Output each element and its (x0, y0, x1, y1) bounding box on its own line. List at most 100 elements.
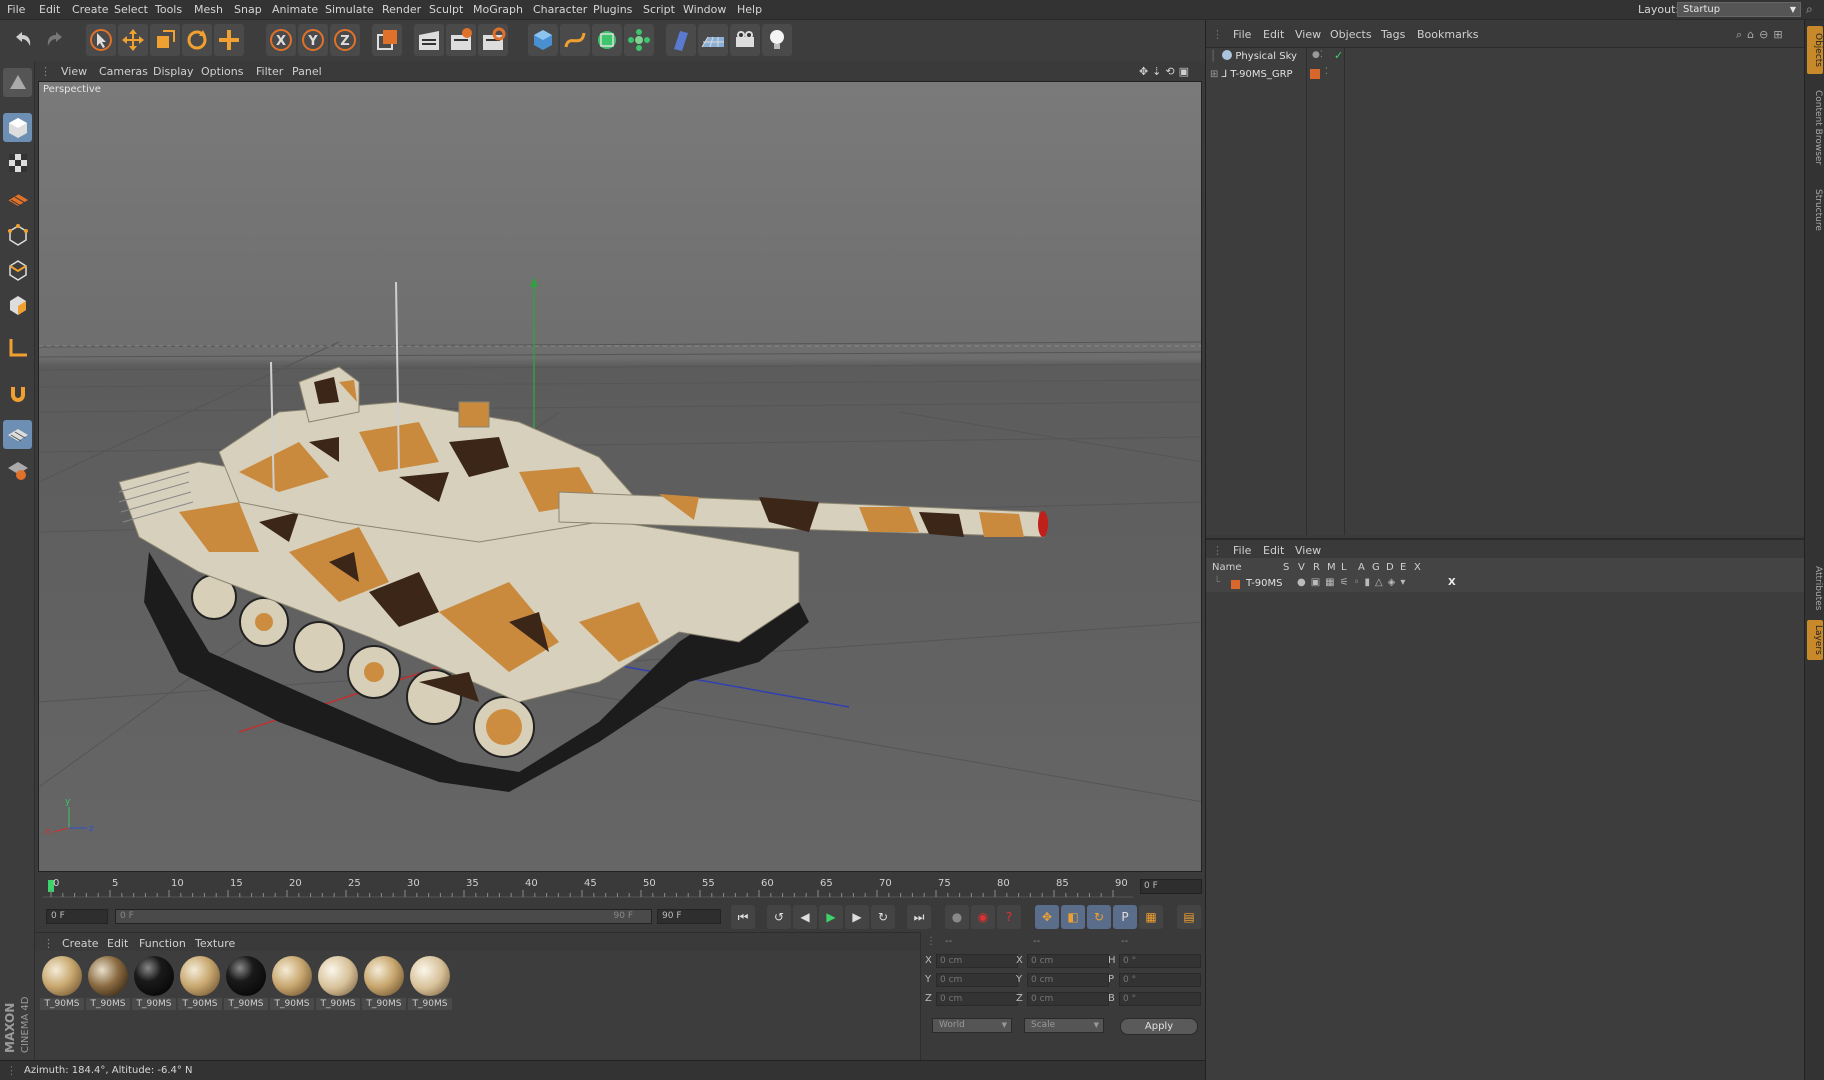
om-menu-tags[interactable]: Tags (1381, 28, 1405, 41)
menu-render[interactable]: Render (382, 3, 421, 16)
position-key-icon[interactable]: ✥ (1035, 905, 1059, 929)
viewport-menu-panel[interactable]: Panel (292, 65, 322, 78)
range-slider[interactable]: 0 F 90 F (115, 909, 652, 924)
layer-column-flag[interactable]: V (1298, 562, 1305, 573)
om-menu-edit[interactable]: Edit (1263, 28, 1284, 41)
goto-start-icon[interactable]: ⏮ (731, 905, 755, 929)
menu-simulate[interactable]: Simulate (325, 3, 374, 16)
menu-select[interactable]: Select (114, 3, 148, 16)
tab-attributes[interactable]: Attributes (1807, 560, 1823, 616)
menu-window[interactable]: Window (683, 3, 726, 16)
material-thumbnail[interactable]: T_90MS (270, 956, 314, 1012)
layer-column-flag[interactable]: X (1414, 562, 1421, 573)
edges-mode-icon[interactable] (3, 255, 32, 284)
tab-objects[interactable]: Objects (1807, 26, 1823, 74)
light-icon[interactable] (762, 24, 792, 56)
apply-button[interactable]: Apply (1120, 1018, 1198, 1035)
material-thumbnail[interactable]: T_90MS (316, 956, 360, 1012)
undo-icon[interactable] (8, 24, 38, 56)
menu-edit[interactable]: Edit (39, 3, 60, 16)
lm-menu-view[interactable]: View (1295, 544, 1321, 557)
coord-rot-field[interactable]: 0 ° (1119, 973, 1201, 987)
coord-pos-field[interactable]: 0 cm (936, 954, 1018, 968)
viewport-menu-filter[interactable]: Filter (256, 65, 283, 78)
edit-render-settings-icon[interactable] (478, 24, 508, 56)
pla-key-icon[interactable]: ▦ (1139, 905, 1163, 929)
model-mode-icon[interactable] (3, 113, 32, 142)
material-thumbnail[interactable]: T_90MS (178, 956, 222, 1012)
render-view-icon[interactable] (414, 24, 444, 56)
rotate-icon[interactable] (182, 24, 212, 56)
make-editable-icon[interactable] (3, 68, 32, 97)
coord-pos-field[interactable]: 0 cm (936, 973, 1018, 987)
coord-mode-select[interactable]: Scale ▼ (1024, 1018, 1104, 1033)
z-axis-icon[interactable]: Z (330, 24, 360, 56)
render-picture-viewer-icon[interactable] (446, 24, 476, 56)
play-icon[interactable]: ▶ (819, 905, 843, 929)
layer-row[interactable]: └ T-90MS ●▣▦⚟◦▮△◈▾ X (1206, 576, 1804, 592)
coord-size-field[interactable]: 0 cm (1027, 992, 1109, 1006)
layer-column-flag[interactable]: S (1283, 562, 1289, 573)
om-search-home-icons[interactable]: ⌕⌂⊖⊞ (1736, 28, 1788, 42)
next-frame-icon[interactable]: ▶ (845, 905, 869, 929)
y-axis-icon[interactable]: Y (298, 24, 328, 56)
snap-icon[interactable] (3, 378, 32, 407)
keyframe-selection-icon[interactable]: ? (997, 905, 1021, 929)
material-thumbnail[interactable]: T_90MS (224, 956, 268, 1012)
menu-sculpt[interactable]: Sculpt (429, 3, 463, 16)
texture-mode-icon[interactable] (3, 148, 32, 177)
layer-column-flag[interactable]: M (1327, 562, 1336, 573)
layer-column-flag[interactable]: L (1341, 562, 1347, 573)
om-menu-view[interactable]: View (1295, 28, 1321, 41)
x-axis-icon[interactable]: X (266, 24, 296, 56)
layer-column-name[interactable]: Name (1212, 562, 1242, 573)
viewport-3d[interactable]: Perspective y z x (38, 81, 1202, 872)
redo-icon[interactable] (40, 24, 70, 56)
polygons-mode-icon[interactable] (3, 290, 32, 319)
material-menu-create[interactable]: Create (62, 937, 99, 950)
camera-icon[interactable] (730, 24, 760, 56)
viewport-nav-icons[interactable]: ✥⇣⟲▣ (1139, 65, 1193, 78)
layer-color-swatch[interactable] (1231, 580, 1240, 589)
menu-mesh[interactable]: Mesh (194, 3, 223, 16)
array-icon[interactable] (624, 24, 654, 56)
record-off-icon[interactable]: ● (945, 905, 969, 929)
material-thumbnail[interactable]: T_90MS (362, 956, 406, 1012)
om-menu-bookmarks[interactable]: Bookmarks (1417, 28, 1478, 41)
coord-pos-field[interactable]: 0 cm (936, 992, 1018, 1006)
next-key-icon[interactable]: ↻ (871, 905, 895, 929)
search-icon[interactable]: ⌕ (1806, 2, 1822, 18)
frame-counter[interactable]: 0 F (1140, 879, 1202, 894)
deformer-icon[interactable] (666, 24, 696, 56)
subdivision-icon[interactable] (592, 24, 622, 56)
tab-structure[interactable]: Structure (1807, 182, 1823, 238)
move-icon[interactable] (118, 24, 148, 56)
floor-icon[interactable] (698, 24, 728, 56)
menu-file[interactable]: File (7, 3, 25, 16)
workplane-icon[interactable] (3, 183, 32, 212)
spline-pen-icon[interactable] (560, 24, 590, 56)
param-key-icon[interactable]: P (1113, 905, 1137, 929)
goto-end-icon[interactable]: ⏭ (907, 905, 931, 929)
menu-plugins[interactable]: Plugins (593, 3, 632, 16)
viewport-menu-options[interactable]: Options (201, 65, 243, 78)
timeline-ruler[interactable]: 0 5 10 15 20 25 30 35 40 45 50 55 60 65 70 75 80 85 90 (35, 872, 1205, 902)
viewport-menu-display[interactable]: Display (153, 65, 194, 78)
menu-script[interactable]: Script (643, 3, 675, 16)
coord-size-field[interactable]: 0 cm (1027, 973, 1109, 987)
visibility-dots-icon[interactable]: ⁚ (1325, 67, 1328, 77)
points-mode-icon[interactable] (3, 220, 32, 249)
layer-column-flag[interactable]: G (1372, 562, 1380, 573)
menu-snap[interactable]: Snap (234, 3, 262, 16)
coord-rot-field[interactable]: 0 ° (1119, 954, 1201, 968)
prev-key-icon[interactable]: ↺ (767, 905, 791, 929)
menu-help[interactable]: Help (737, 3, 762, 16)
expand-plus-icon[interactable]: ⊞ (1210, 69, 1218, 80)
coordinate-system-icon[interactable] (372, 24, 402, 56)
current-frame-field[interactable]: 0 F (46, 909, 108, 924)
checkmark-icon[interactable]: ✓ (1334, 49, 1343, 62)
layer-toggle-icons[interactable]: ●▣▦⚟◦▮△◈▾ (1297, 577, 1410, 588)
lm-menu-file[interactable]: File (1233, 544, 1251, 557)
scale-key-icon[interactable]: ◧ (1061, 905, 1085, 929)
tank-model[interactable] (118, 281, 1048, 792)
